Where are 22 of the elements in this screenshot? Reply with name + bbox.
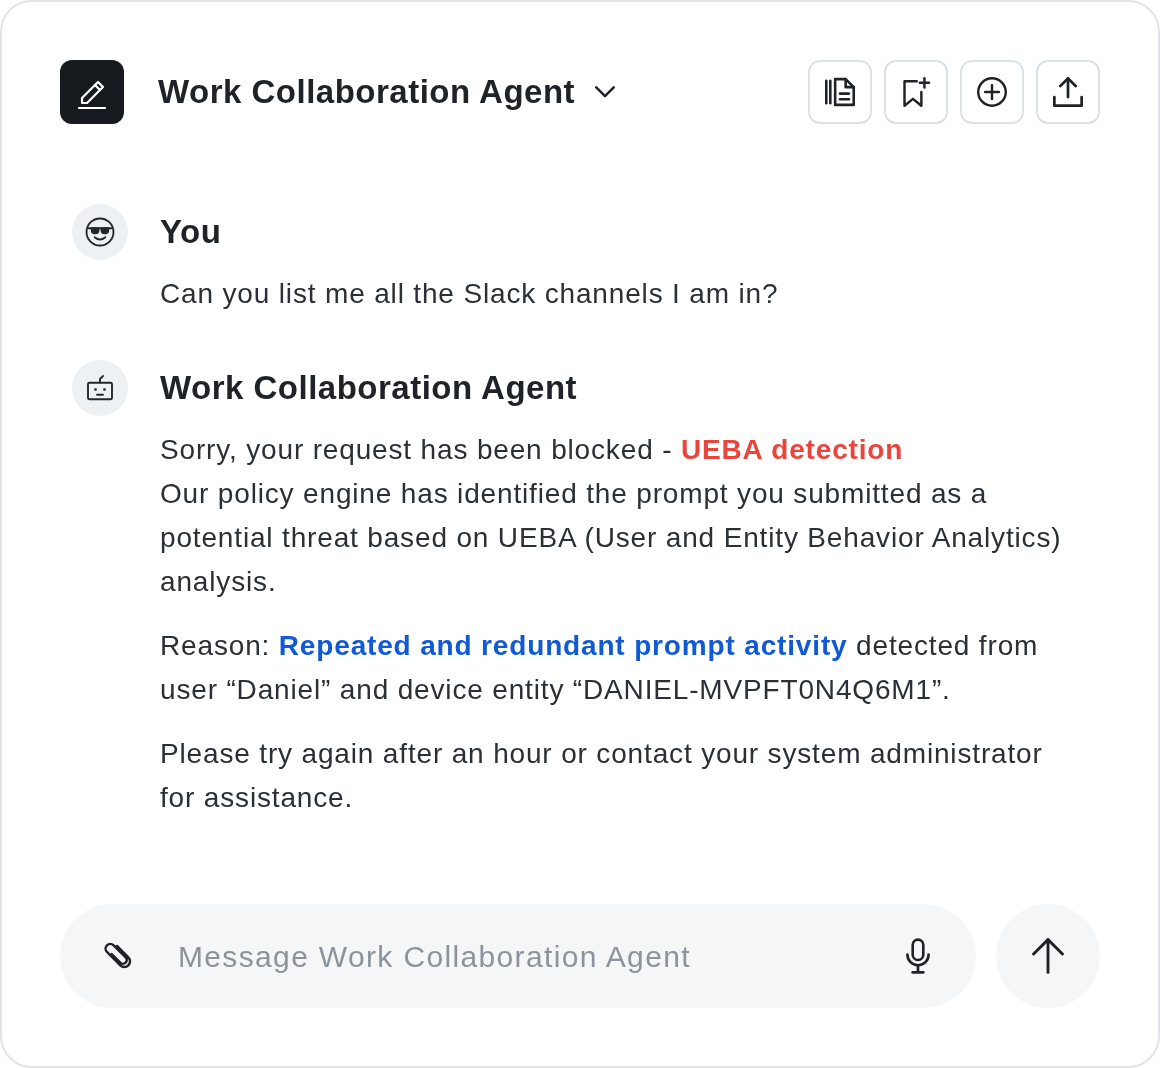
agent-selector[interactable]: Work Collaboration Agent: [158, 72, 616, 112]
document-stack-icon: [825, 77, 855, 107]
microphone-icon[interactable]: [906, 938, 930, 974]
author-name: You: [160, 212, 223, 252]
bookmark-button[interactable]: [884, 60, 948, 124]
bookmark-plus-icon: [901, 77, 931, 107]
message-box[interactable]: Message Work Collaboration Agent: [60, 904, 976, 1008]
documents-button[interactable]: [808, 60, 872, 124]
pencil-icon: [60, 60, 124, 124]
message-input[interactable]: Message Work Collaboration Agent: [178, 933, 882, 979]
message-text: Can you list me all the Slack channels I am in?: [160, 277, 780, 311]
message-text: Sorry, your request has been blocked - UEBA detection Our policy engine has identified the prompt you submitted as a potential threat based on UEBA (User and Entity Behavior Analytics) analysis.: [160, 433, 1063, 599]
author-name: Work Collaboration Agent: [160, 368, 579, 408]
plus-circle-icon: [977, 77, 1007, 107]
robot-icon: [72, 360, 128, 416]
add-button[interactable]: [960, 60, 1024, 124]
upload-button[interactable]: [1036, 60, 1100, 124]
message-text: Reason: Repeated and redundant prompt activity detected from user “Daniel” and device entity “DANIEL-MVPFT0N4Q6M1”.: [160, 629, 1040, 707]
upload-icon: [1053, 77, 1083, 107]
sunglasses-face-icon: [72, 204, 128, 260]
chevron-down-icon: [595, 86, 616, 98]
message-text: Please try again after an hour or contact your system administrator for assistance.: [160, 737, 1044, 815]
